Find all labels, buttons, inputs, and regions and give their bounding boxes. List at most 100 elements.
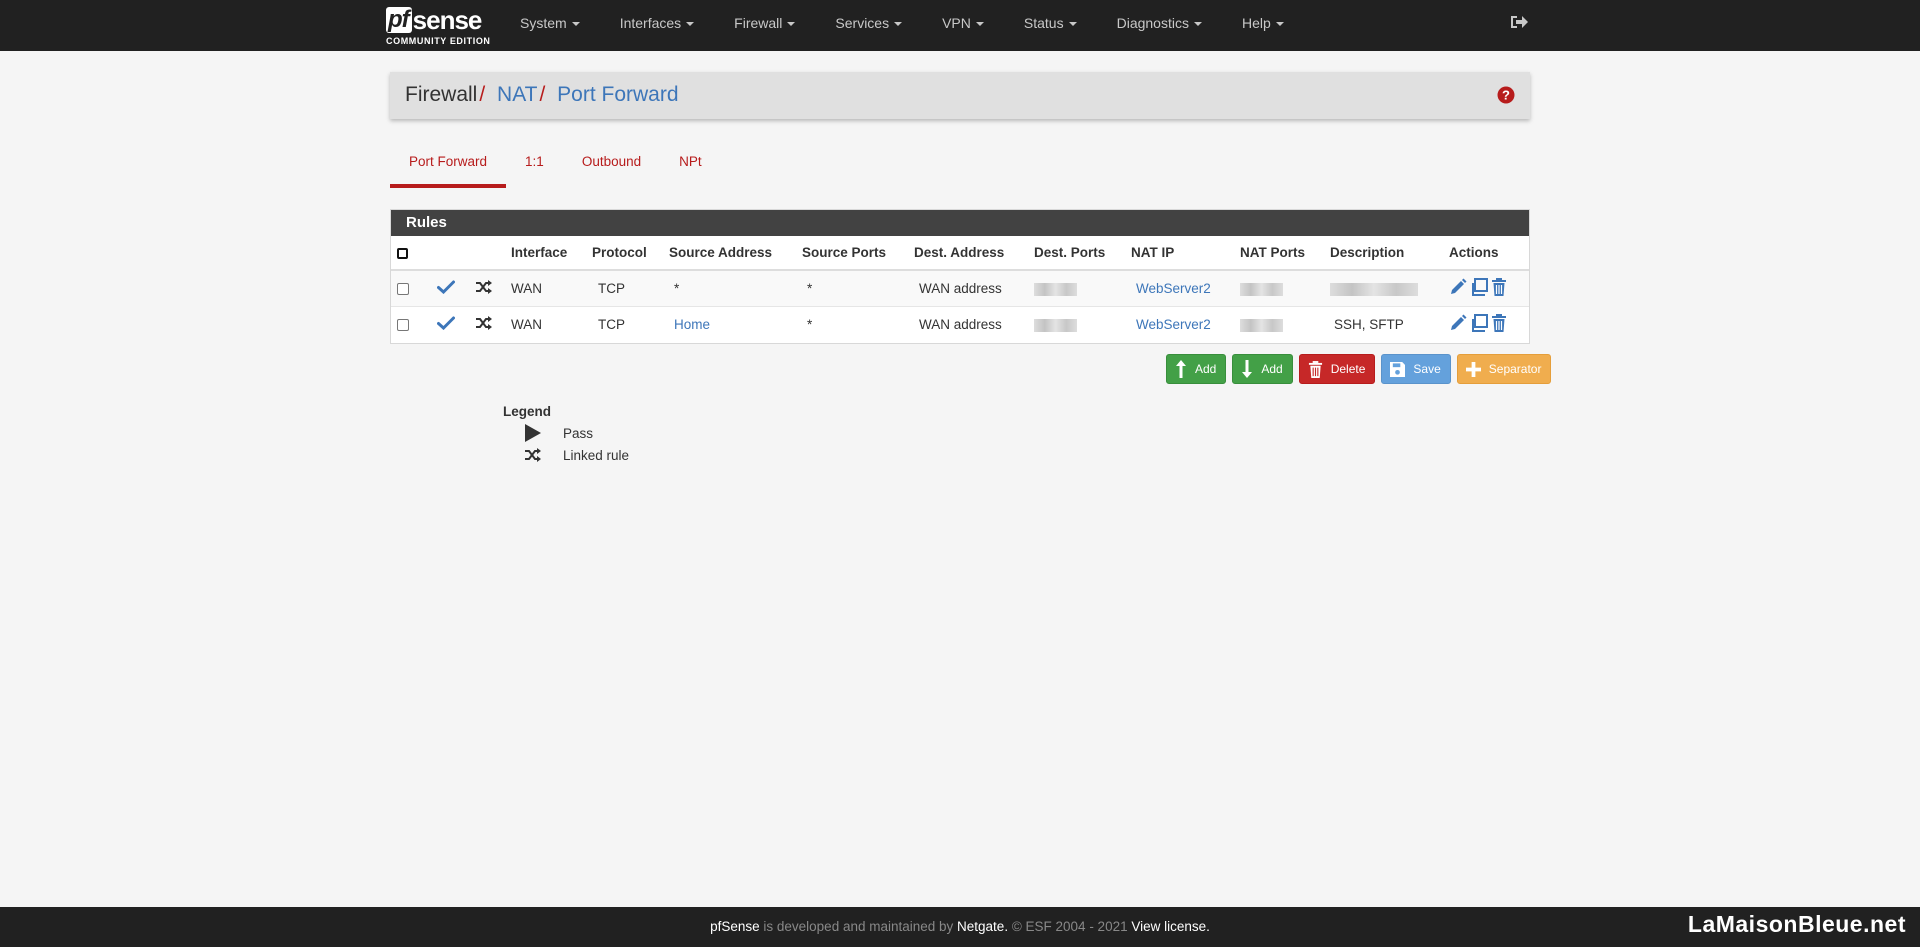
- row-checkbox[interactable]: [397, 283, 409, 296]
- pfsense-logo[interactable]: pf sense COMMUNITY EDITION: [386, 5, 492, 47]
- nav-diagnostics[interactable]: Diagnostics: [1097, 0, 1222, 51]
- cell-nat-ip-link[interactable]: WebServer2: [1136, 281, 1211, 296]
- nav-interfaces[interactable]: Interfaces: [600, 0, 714, 51]
- cell-dest-ports: [1028, 269, 1125, 306]
- sign-out-icon[interactable]: [1510, 14, 1530, 32]
- tab-one-to-one[interactable]: 1:1: [506, 148, 563, 188]
- cell-dest-address: WAN address: [908, 269, 1028, 306]
- check-icon: [437, 280, 455, 294]
- redacted-value: [1034, 318, 1077, 332]
- col-nat-ip[interactable]: NAT IP: [1125, 236, 1234, 271]
- cell-dest-ports: [1028, 305, 1125, 342]
- cell-protocol: TCP: [586, 305, 663, 342]
- caret-down-icon: [571, 22, 580, 27]
- shuffle-icon: [476, 315, 492, 330]
- copy-icon[interactable]: [1470, 277, 1488, 296]
- col-source-ports[interactable]: Source Ports: [796, 236, 908, 271]
- action-buttons: Add Add Delete Save Separator: [1166, 354, 1552, 384]
- tab-port-forward[interactable]: Port Forward: [390, 148, 507, 188]
- cell-nat-ports: [1234, 269, 1324, 306]
- col-actions: Actions: [1443, 236, 1529, 271]
- col-description[interactable]: Description: [1324, 236, 1443, 271]
- copy-icon[interactable]: [1470, 313, 1488, 332]
- arrow-down-icon: [1242, 360, 1253, 378]
- tab-npt[interactable]: NPt: [660, 148, 721, 188]
- trash-icon[interactable]: [1491, 313, 1507, 332]
- footer-netgate-link[interactable]: Netgate.: [957, 919, 1008, 934]
- edit-pencil-icon[interactable]: [1449, 314, 1467, 332]
- row-checkbox[interactable]: [397, 319, 409, 332]
- caret-down-icon: [686, 22, 695, 27]
- redacted-value: [1240, 318, 1283, 332]
- rules-table: Interface Protocol Source Address Source…: [391, 236, 1529, 342]
- breadcrumb-firewall: Firewall: [405, 83, 478, 106]
- col-interface[interactable]: Interface: [505, 236, 586, 271]
- breadcrumb-separator: /: [479, 83, 486, 106]
- add-top-button[interactable]: Add: [1166, 354, 1227, 384]
- cell-source-address-link[interactable]: Home: [674, 317, 710, 332]
- check-icon: [437, 316, 455, 330]
- trash-icon[interactable]: [1491, 277, 1507, 296]
- nat-tabs: Port Forward 1:1 Outbound NPt: [390, 148, 721, 188]
- add-separator-button[interactable]: Separator: [1456, 354, 1552, 384]
- cell-description: [1324, 269, 1443, 306]
- table-row[interactable]: WAN TCP Home * WAN address WebServer2 SS…: [391, 305, 1529, 342]
- caret-down-icon: [894, 22, 903, 27]
- caret-down-icon: [787, 22, 796, 27]
- table-row[interactable]: WAN TCP * * WAN address WebServer2: [391, 269, 1529, 306]
- shuffle-icon: [525, 448, 541, 462]
- shuffle-icon: [476, 279, 492, 294]
- watermark: LaMaisonBleue.net: [1687, 911, 1906, 937]
- arrow-up-icon: [1176, 360, 1186, 378]
- redacted-value: [1240, 282, 1283, 296]
- cell-source-ports: *: [796, 305, 908, 342]
- save-button[interactable]: Save: [1381, 354, 1451, 384]
- legend-linked-label: Linked rule: [563, 447, 630, 463]
- main-menu: System Interfaces Firewall Services VPN …: [500, 0, 1304, 51]
- nav-status[interactable]: Status: [1004, 0, 1097, 51]
- caret-down-icon: [975, 22, 984, 27]
- add-bottom-button[interactable]: Add: [1232, 354, 1293, 384]
- cell-source-address: *: [663, 269, 796, 306]
- svg-text:?: ?: [1502, 88, 1510, 103]
- cell-source-ports: *: [796, 269, 908, 306]
- breadcrumb-nat[interactable]: NAT: [497, 83, 537, 106]
- legend-pass-label: Pass: [563, 425, 594, 441]
- col-dest-address[interactable]: Dest. Address: [908, 236, 1028, 271]
- trash-icon: [1308, 360, 1322, 378]
- select-all-cell: [391, 236, 431, 271]
- col-protocol[interactable]: Protocol: [586, 236, 663, 271]
- nav-services[interactable]: Services: [815, 0, 922, 51]
- legend-row-linked: Linked rule: [503, 444, 629, 466]
- tab-outbound[interactable]: Outbound: [563, 148, 660, 188]
- cell-protocol: TCP: [586, 269, 663, 306]
- caret-down-icon: [1275, 22, 1284, 27]
- save-disk-icon: [1390, 361, 1406, 377]
- col-source-address[interactable]: Source Address: [663, 236, 796, 271]
- breadcrumb-port-forward[interactable]: Port Forward: [557, 83, 678, 106]
- view-license-link[interactable]: View license.: [1131, 919, 1210, 934]
- legend-row-pass: Pass: [503, 422, 629, 444]
- cell-interface: WAN: [505, 305, 586, 342]
- nav-system[interactable]: System: [500, 0, 600, 51]
- col-dest-ports[interactable]: Dest. Ports: [1028, 236, 1125, 271]
- rules-panel-title: Rules: [391, 210, 1529, 236]
- breadcrumb-panel: Firewall/ NAT/ Port Forward ?: [390, 72, 1530, 119]
- edit-pencil-icon[interactable]: [1449, 278, 1467, 296]
- rules-panel: Rules Interface Protocol Source Address …: [390, 209, 1530, 344]
- cell-dest-address: WAN address: [908, 305, 1028, 342]
- col-nat-ports[interactable]: NAT Ports: [1234, 236, 1324, 271]
- help-icon[interactable]: ?: [1497, 86, 1515, 104]
- redacted-value: [1330, 282, 1418, 296]
- logo-sense-text: sense: [412, 5, 483, 35]
- nav-vpn[interactable]: VPN: [922, 0, 1004, 51]
- nav-help[interactable]: Help: [1222, 0, 1304, 51]
- delete-button[interactable]: Delete: [1298, 354, 1376, 384]
- cell-description: SSH, SFTP: [1324, 305, 1443, 342]
- nav-firewall[interactable]: Firewall: [714, 0, 815, 51]
- caret-down-icon: [1193, 22, 1202, 27]
- footer-brand: pfSense: [710, 919, 760, 934]
- select-all-checkbox[interactable]: [397, 247, 408, 259]
- cell-nat-ip-link[interactable]: WebServer2: [1136, 317, 1211, 332]
- play-icon: [525, 424, 541, 442]
